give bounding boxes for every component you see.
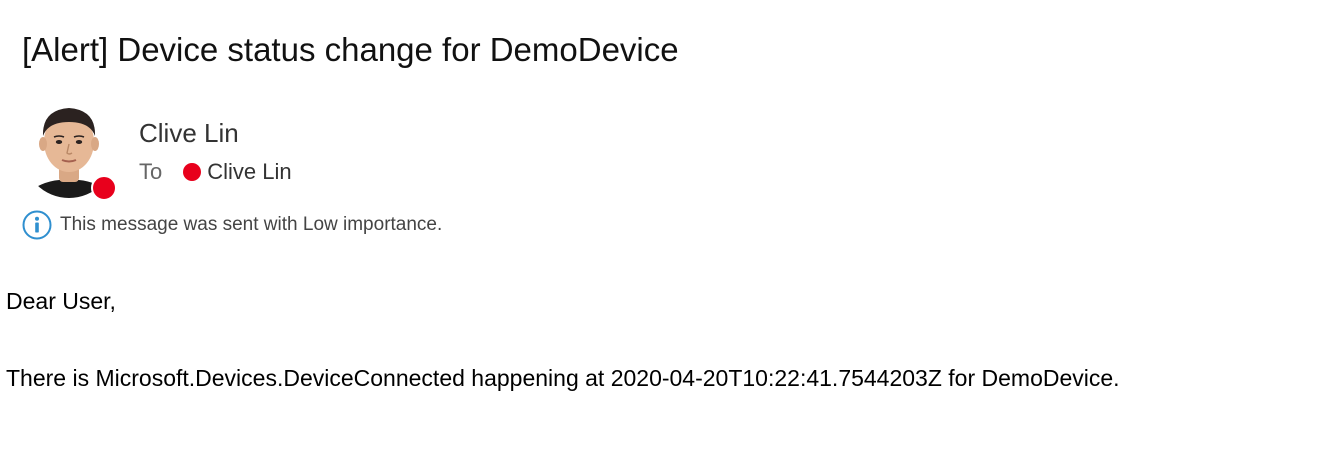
- email-greeting: Dear User,: [6, 288, 116, 314]
- info-icon: [22, 210, 52, 240]
- email-subject: [Alert] Device status change for DemoDev…: [22, 31, 679, 68]
- recipient-name[interactable]: Clive Lin: [207, 159, 291, 185]
- email-message: There is Microsoft.Devices.DeviceConnect…: [6, 365, 1120, 391]
- importance-notice: This message was sent with Low importanc…: [22, 209, 442, 241]
- to-label: To: [139, 159, 163, 184]
- recipients-row: To Clive Lin: [139, 158, 292, 186]
- importance-text: This message was sent with Low importanc…: [60, 214, 443, 235]
- sender-presence-icon: [91, 175, 117, 201]
- recipient-presence-icon: [183, 163, 202, 181]
- sender-name[interactable]: Clive Lin: [139, 116, 239, 150]
